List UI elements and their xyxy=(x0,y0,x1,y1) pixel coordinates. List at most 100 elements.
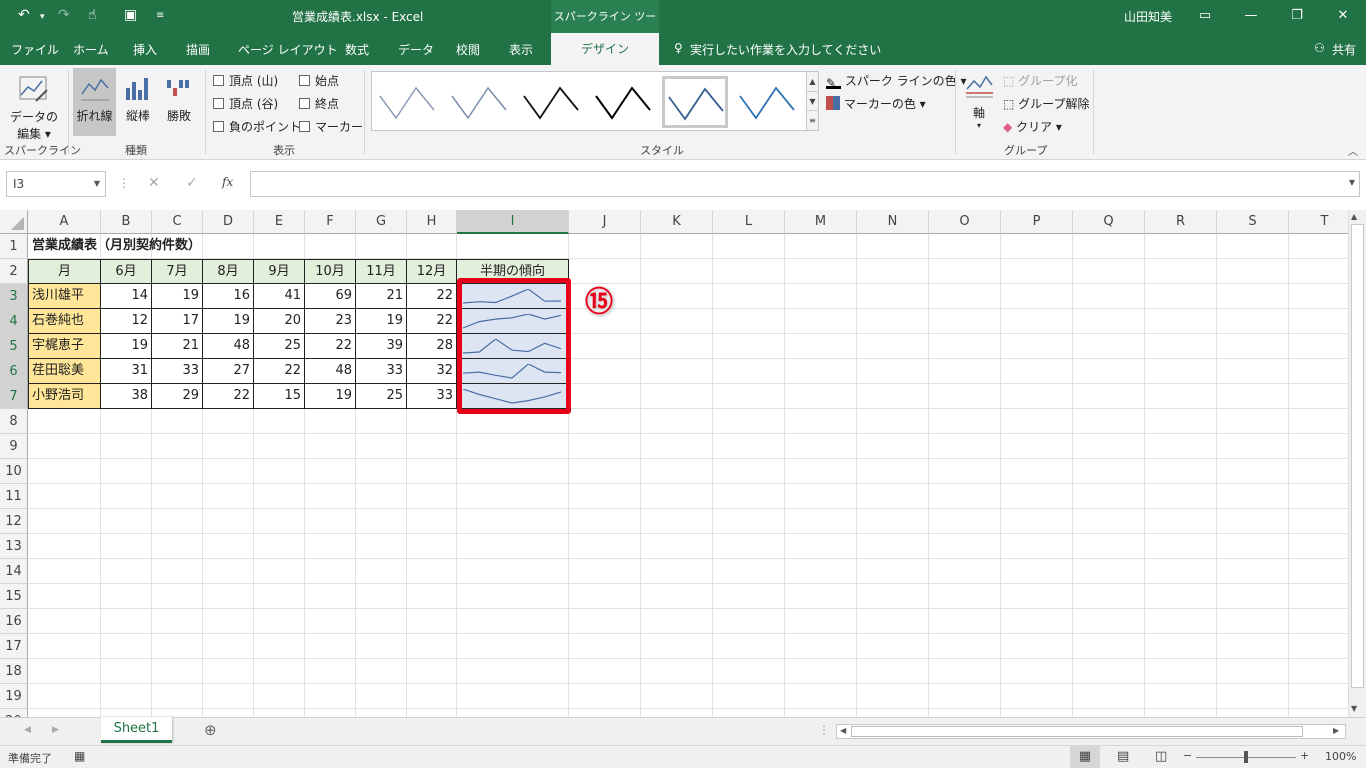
cell-empty[interactable] xyxy=(1073,359,1145,384)
cell-empty[interactable] xyxy=(1001,434,1073,459)
tab-file[interactable]: ファイル xyxy=(11,41,59,58)
row-header-8[interactable]: 8 xyxy=(0,409,28,434)
cell-empty[interactable] xyxy=(457,659,569,684)
cell-empty[interactable] xyxy=(785,559,857,584)
tab-draw[interactable]: 描画 xyxy=(186,41,210,58)
cell-empty[interactable] xyxy=(1001,234,1073,259)
scroll-right-icon[interactable]: ▶ xyxy=(1333,726,1339,735)
cell-empty[interactable] xyxy=(1289,284,1348,309)
cell-empty[interactable] xyxy=(785,659,857,684)
tell-me-input[interactable]: 実行したい作業を入力してください xyxy=(690,41,881,58)
cell-empty[interactable] xyxy=(28,634,101,659)
value-cell[interactable]: 29 xyxy=(152,384,203,409)
cell-empty[interactable] xyxy=(1001,509,1073,534)
header-cell-6[interactable]: 11月 xyxy=(356,259,407,284)
cell-empty[interactable] xyxy=(305,459,356,484)
cell-empty[interactable] xyxy=(641,409,713,434)
header-cell-2[interactable]: 7月 xyxy=(152,259,203,284)
cell-empty[interactable] xyxy=(1145,334,1217,359)
cell-empty[interactable] xyxy=(1289,709,1348,717)
cell-empty[interactable] xyxy=(152,459,203,484)
cell-empty[interactable] xyxy=(457,459,569,484)
value-cell[interactable]: 16 xyxy=(203,284,254,309)
cell-empty[interactable] xyxy=(1289,609,1348,634)
cell-empty[interactable] xyxy=(713,334,785,359)
cell-empty[interactable] xyxy=(1001,609,1073,634)
tab-home[interactable]: ホーム xyxy=(73,41,109,58)
column-header-h[interactable]: H xyxy=(407,210,457,234)
cell-empty[interactable] xyxy=(305,709,356,717)
value-cell[interactable]: 22 xyxy=(407,309,457,334)
cell-empty[interactable] xyxy=(1289,634,1348,659)
cell-empty[interactable] xyxy=(101,434,152,459)
cell-empty[interactable] xyxy=(1289,559,1348,584)
cell-empty[interactable] xyxy=(203,459,254,484)
tab-splitter-icon[interactable]: ⋮ xyxy=(818,723,830,737)
cell-empty[interactable] xyxy=(641,234,713,259)
header-cell-3[interactable]: 8月 xyxy=(203,259,254,284)
value-cell[interactable]: 69 xyxy=(305,284,356,309)
cell-empty[interactable] xyxy=(152,709,203,717)
cell-empty[interactable] xyxy=(929,234,1001,259)
cell-empty[interactable] xyxy=(356,684,407,709)
cell-empty[interactable] xyxy=(713,409,785,434)
cell-empty[interactable] xyxy=(305,409,356,434)
formula-input[interactable]: ▼ xyxy=(250,171,1360,197)
column-header-a[interactable]: A xyxy=(28,210,101,234)
cell-empty[interactable] xyxy=(1145,284,1217,309)
cell-empty[interactable] xyxy=(1217,559,1289,584)
cell-empty[interactable] xyxy=(407,709,457,717)
cell-empty[interactable] xyxy=(929,409,1001,434)
cell-empty[interactable] xyxy=(407,509,457,534)
cell-empty[interactable] xyxy=(28,559,101,584)
name-cell[interactable]: 石巻純也 xyxy=(28,309,101,334)
cell-empty[interactable] xyxy=(101,409,152,434)
cell-empty[interactable] xyxy=(254,409,305,434)
cell-empty[interactable] xyxy=(929,484,1001,509)
cell-empty[interactable] xyxy=(929,559,1001,584)
style-option-1[interactable] xyxy=(374,76,440,128)
cell-empty[interactable] xyxy=(305,509,356,534)
cell-empty[interactable] xyxy=(28,584,101,609)
cell-empty[interactable] xyxy=(1145,634,1217,659)
cell-empty[interactable] xyxy=(28,434,101,459)
next-sheet-icon[interactable]: ▶ xyxy=(52,725,59,735)
cell-empty[interactable] xyxy=(203,509,254,534)
cell-empty[interactable] xyxy=(1073,284,1145,309)
cell-empty[interactable] xyxy=(203,684,254,709)
value-cell[interactable]: 20 xyxy=(254,309,305,334)
cell-empty[interactable] xyxy=(1289,234,1348,259)
cell-empty[interactable] xyxy=(929,509,1001,534)
cell-empty[interactable] xyxy=(641,334,713,359)
cell-empty[interactable] xyxy=(785,709,857,717)
name-cell[interactable]: 小野浩司 xyxy=(28,384,101,409)
value-cell[interactable]: 38 xyxy=(101,384,152,409)
row-header-14[interactable]: 14 xyxy=(0,559,28,584)
cell-empty[interactable] xyxy=(569,484,641,509)
row-header-15[interactable]: 15 xyxy=(0,584,28,609)
cell-empty[interactable] xyxy=(929,534,1001,559)
value-cell[interactable]: 22 xyxy=(203,384,254,409)
cell-empty[interactable] xyxy=(857,559,929,584)
cell-empty[interactable] xyxy=(569,659,641,684)
cell-empty[interactable] xyxy=(929,259,1001,284)
value-cell[interactable]: 48 xyxy=(203,334,254,359)
value-cell[interactable]: 19 xyxy=(152,284,203,309)
cell-empty[interactable] xyxy=(1289,309,1348,334)
row-header-5[interactable]: 5 xyxy=(0,334,28,359)
redo-icon[interactable]: ↷ xyxy=(58,7,70,23)
cell-empty[interactable] xyxy=(857,659,929,684)
cell-empty[interactable] xyxy=(929,309,1001,334)
collapse-ribbon-icon[interactable]: ︿ xyxy=(1348,143,1358,158)
cell-empty[interactable] xyxy=(152,409,203,434)
cell-empty[interactable] xyxy=(641,609,713,634)
cell-empty[interactable] xyxy=(305,659,356,684)
cell-empty[interactable] xyxy=(152,484,203,509)
cell-empty[interactable] xyxy=(857,634,929,659)
style-option-3[interactable] xyxy=(518,76,584,128)
first-point-checkbox[interactable]: 始点 xyxy=(299,72,339,89)
style-option-5-selected[interactable] xyxy=(662,76,728,128)
cell-empty[interactable] xyxy=(101,459,152,484)
tab-design[interactable]: デザイン xyxy=(551,33,659,65)
value-cell[interactable]: 25 xyxy=(254,334,305,359)
